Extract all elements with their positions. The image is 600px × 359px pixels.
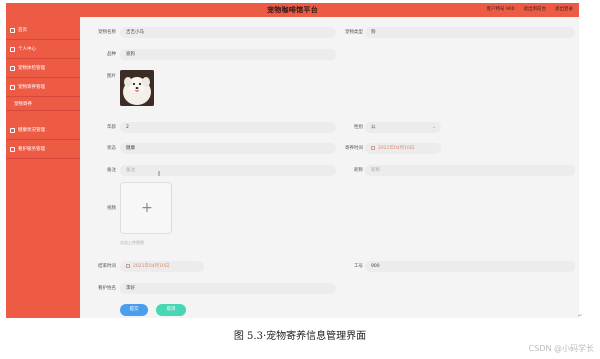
pet-name-input[interactable]: 吉吉小马 xyxy=(120,27,336,38)
remark-input[interactable]: 备注 xyxy=(120,165,336,176)
calendar-icon xyxy=(371,146,375,150)
sidebar-item-label: 宠物寄养管理 xyxy=(18,85,45,90)
sidebar-item-profile[interactable]: 个人中心 xyxy=(6,40,80,59)
caretaker-input[interactable]: 李好 xyxy=(120,283,336,294)
watermark: CSDN @小码学长 xyxy=(528,344,594,353)
home-icon xyxy=(10,27,15,33)
nickname-input[interactable]: 昵称 xyxy=(365,165,575,176)
pet-type-input[interactable]: 狗 xyxy=(365,27,575,38)
plus-icon: + xyxy=(141,200,153,216)
health-input[interactable]: 健康 xyxy=(120,143,336,154)
submit-button[interactable]: 提交 xyxy=(120,304,148,316)
figure-caption: 图 5.3·宠物寄养信息管理界面 xyxy=(233,331,367,342)
menu-icon xyxy=(10,127,15,133)
gender-select[interactable]: 公 ⌄ xyxy=(365,122,441,133)
sidebar-item-health[interactable]: 健康状况管理 xyxy=(6,121,80,140)
image-label: 图片 xyxy=(107,74,116,79)
menu-icon xyxy=(10,84,15,90)
app-screenshot: 宠物咖啡馆平台 客户特号 900 退出到前台 退出登录 首页 个人中心 宠物体检… xyxy=(6,3,579,318)
pet-name-label: 宠物名称 xyxy=(98,30,116,35)
pet-type-label: 宠物类型 xyxy=(345,30,363,35)
top-bar: 宠物咖啡馆平台 客户特号 900 退出到前台 退出登录 xyxy=(6,3,579,17)
account-link[interactable]: 客户特号 900 xyxy=(486,6,514,12)
sidebar-item-pet-boarding[interactable]: 宠物寄养管理 xyxy=(6,78,80,97)
logout-link[interactable]: 退出登录 xyxy=(555,6,573,12)
sidebar-item-care-service[interactable]: 看护服务管理 xyxy=(6,140,80,159)
remark-label: 备注 xyxy=(107,168,116,173)
end-time-picker[interactable]: 2021年04月10日 xyxy=(120,261,204,272)
sidebar-item-label: 宠物体检管理 xyxy=(18,66,45,71)
sidebar-item-label: 首页 xyxy=(18,28,27,33)
chevron-down-icon: ⌄ xyxy=(431,124,436,130)
menu-icon xyxy=(10,146,15,152)
cancel-button[interactable]: 取消 xyxy=(156,304,186,316)
sidebar-item-label: 看护服务管理 xyxy=(18,147,45,152)
upload-hint: 点击上传视频 xyxy=(120,240,144,245)
gender-label: 性别 xyxy=(354,125,363,130)
user-icon xyxy=(10,46,15,52)
end-time-label: 结束时间 xyxy=(98,264,116,269)
board-time-value: 2021年04月10日 xyxy=(378,146,415,151)
staff-id-input[interactable]: 900 xyxy=(365,261,575,272)
health-label: 状态 xyxy=(107,146,116,151)
gender-value: 公 xyxy=(371,125,376,130)
sidebar-item-label: 健康状况管理 xyxy=(18,128,45,133)
paragraph-mark: ↵ xyxy=(578,313,583,319)
end-time-value: 2021年04月10日 xyxy=(133,264,170,269)
board-time-picker[interactable]: 2021年04月10日 xyxy=(365,143,441,154)
pet-photo[interactable] xyxy=(120,70,154,106)
sidebar: 首页 个人中心 宠物体检管理 宠物寄养管理 宠物寄养 健康状况管理 看护服务管理 xyxy=(6,17,80,318)
sidebar-item-label: 个人中心 xyxy=(18,47,36,52)
text-cursor-icon: I xyxy=(158,170,161,178)
video-label: 视频 xyxy=(107,206,116,211)
staff-id-label: 工号 xyxy=(354,264,363,269)
sidebar-item-pet-checkup[interactable]: 宠物体检管理 xyxy=(6,59,80,78)
menu-icon xyxy=(10,65,15,71)
sidebar-item-label: 宠物寄养 xyxy=(14,101,32,107)
video-upload-box[interactable]: + xyxy=(120,182,172,234)
caretaker-label: 看护姓名 xyxy=(98,286,116,291)
breed-label: 品种 xyxy=(107,52,116,57)
top-right-links: 客户特号 900 退出到前台 退出登录 xyxy=(486,6,573,12)
nickname-label: 昵称 xyxy=(354,168,363,173)
age-label: 年龄 xyxy=(107,125,116,130)
sidebar-item-home[interactable]: 首页 xyxy=(6,21,80,40)
dog-photo-icon xyxy=(120,70,154,106)
calendar-icon xyxy=(126,264,130,268)
board-time-label: 寄养时间 xyxy=(345,146,363,151)
to-frontend-link[interactable]: 退出到前台 xyxy=(524,6,547,12)
breed-input[interactable]: 竟狗 xyxy=(120,49,336,60)
sidebar-subitem-boarding[interactable]: 宠物寄养 xyxy=(6,97,80,111)
age-input[interactable]: 2 xyxy=(120,122,336,133)
